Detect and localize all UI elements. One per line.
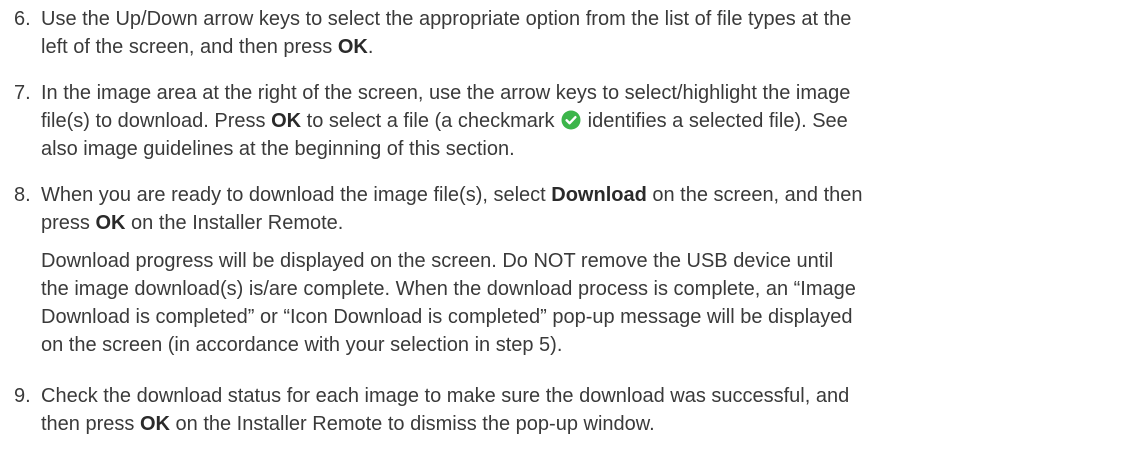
instructions-page: 6. Use the Up/Down arrow keys to select …	[0, 0, 1144, 466]
step-number: 7.	[14, 82, 31, 104]
step-number: 8.	[14, 184, 31, 206]
step-number: 9.	[14, 385, 31, 407]
step-text: Check the download status for each image…	[41, 385, 850, 435]
step-text: When you are ready to download the image…	[41, 184, 863, 234]
step-note: Download progress will be displayed on t…	[41, 250, 856, 356]
green-checkmark-icon	[561, 110, 581, 130]
step-text: Use the Up/Down arrow keys to select the…	[41, 8, 852, 58]
step-text: In the image area at the right of the sc…	[41, 82, 851, 160]
step-number: 6.	[14, 8, 31, 30]
